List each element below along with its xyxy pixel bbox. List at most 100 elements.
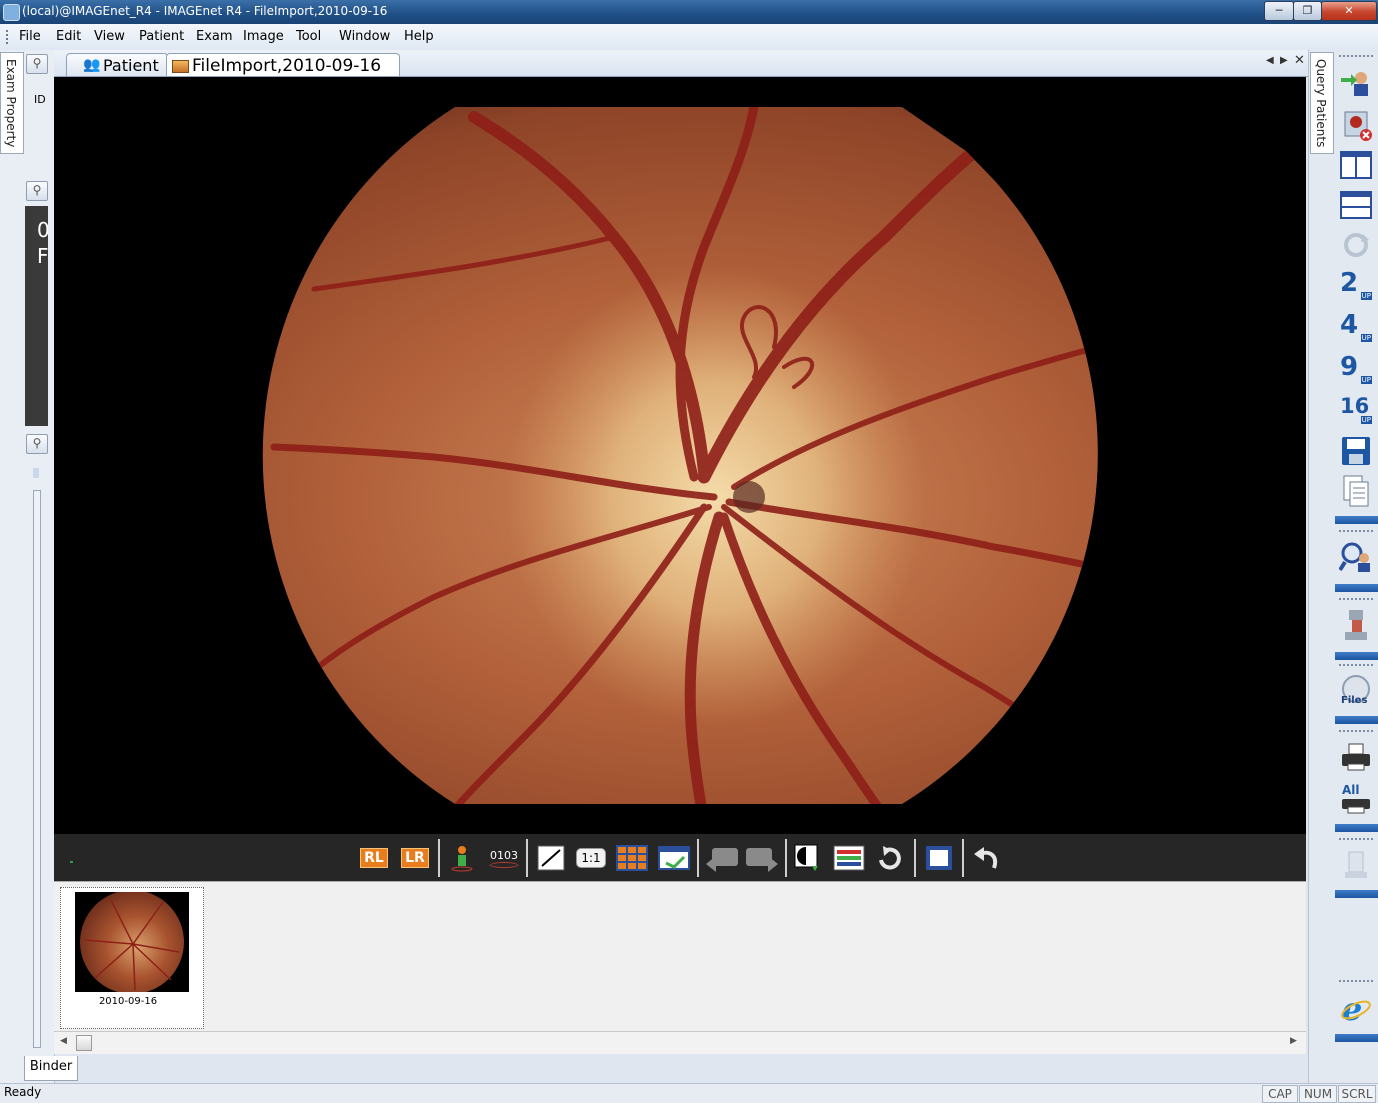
- copy-icon: [1343, 475, 1369, 507]
- grid-layout-button[interactable]: [615, 843, 649, 873]
- undo-button[interactable]: [970, 843, 1002, 873]
- exam-property-tab[interactable]: Exam Property: [0, 52, 24, 154]
- title-bar[interactable]: (local)@IMAGEnet_R4 - IMAGEnet R4 - File…: [0, 0, 1378, 24]
- group-bar-5[interactable]: [1335, 824, 1378, 832]
- left-vertical-scrollbar[interactable]: [33, 490, 41, 1048]
- tab-fileimport[interactable]: FileImport,2010-09-16: [166, 53, 400, 76]
- print-all-button[interactable]: All: [1334, 780, 1378, 818]
- dock-grip[interactable]: [1339, 838, 1373, 843]
- figure-button[interactable]: [448, 843, 476, 873]
- dock-grip[interactable]: [1339, 980, 1373, 985]
- group-bar-2[interactable]: [1335, 584, 1378, 592]
- monitor-sync-icon: [658, 846, 690, 870]
- tab-patient-label: Patient: [103, 56, 159, 75]
- two-up-label: UP: [1360, 292, 1372, 300]
- rl-flip-button[interactable]: RL: [357, 843, 391, 873]
- grid-layout-icon: [616, 845, 648, 871]
- minimize-button[interactable]: ─: [1264, 1, 1294, 21]
- two-up-button[interactable]: 2 UP: [1334, 266, 1378, 304]
- close-button[interactable]: ✕: [1321, 1, 1377, 21]
- app-icon: [3, 4, 20, 21]
- search-patient-button[interactable]: [1334, 538, 1378, 576]
- files-label: Files: [1341, 695, 1368, 706]
- pin-button-1[interactable]: ⚲: [26, 54, 48, 74]
- scroll-left-icon[interactable]: ◀: [60, 1036, 67, 1046]
- fit-window-button[interactable]: [923, 843, 955, 873]
- scroll-right-icon[interactable]: ▶: [1290, 1036, 1297, 1046]
- maximize-button[interactable]: ❐: [1293, 1, 1322, 21]
- thumbnail-label: 2010-09-16: [98, 996, 158, 1007]
- binder-horizontal-scrollbar[interactable]: ◀ ▶: [54, 1031, 1306, 1054]
- dock-grip[interactable]: [1339, 598, 1373, 603]
- internet-explorer-button[interactable]: e: [1334, 990, 1378, 1028]
- files-button[interactable]: Files: [1334, 672, 1378, 710]
- group-bar-3[interactable]: [1335, 652, 1378, 660]
- binder-tab[interactable]: Binder: [24, 1056, 78, 1081]
- nine-up-button[interactable]: 9 UP: [1334, 350, 1378, 388]
- monitor-sync-button[interactable]: [657, 843, 691, 873]
- measure-line-icon: [537, 845, 565, 871]
- export-button[interactable]: [1334, 846, 1378, 884]
- menu-tool[interactable]: Tool: [296, 29, 321, 44]
- lr-flip-button[interactable]: LR: [398, 843, 432, 873]
- cap-indicator: CAP: [1262, 1085, 1298, 1103]
- layout-vertical-button[interactable]: [1334, 146, 1378, 184]
- menu-file[interactable]: File: [19, 29, 41, 44]
- refresh-button[interactable]: [1334, 226, 1378, 264]
- dock-grip[interactable]: [1339, 530, 1373, 535]
- measure-line-button[interactable]: [536, 843, 566, 873]
- menu-image[interactable]: Image: [243, 29, 284, 44]
- exam-property-label: Exam Property: [4, 59, 18, 148]
- pin-icon: ⚲: [32, 436, 42, 450]
- scroll-thumb[interactable]: [76, 1035, 92, 1051]
- copy-button[interactable]: [1334, 472, 1378, 510]
- layout-horizontal-button[interactable]: [1334, 186, 1378, 224]
- pin-button-3[interactable]: ⚲: [26, 434, 48, 454]
- dock-grip[interactable]: [1339, 730, 1373, 735]
- color-channel-icon: [833, 845, 865, 871]
- tab-prev-icon[interactable]: ◀: [1266, 55, 1274, 66]
- layout-vertical-icon: [1340, 151, 1372, 179]
- toolbar-separator: [438, 839, 440, 877]
- image-viewer[interactable]: [54, 77, 1306, 834]
- dock-grip[interactable]: [1339, 55, 1373, 60]
- tab-patient[interactable]: 👥 Patient: [66, 53, 168, 76]
- delete-patient-button[interactable]: [1334, 106, 1378, 144]
- menu-patient[interactable]: Patient: [139, 29, 184, 44]
- group-bar-1[interactable]: [1335, 516, 1378, 524]
- counter-button[interactable]: 0103: [486, 843, 522, 873]
- binder-panel: 2010-09-16: [54, 881, 1306, 1032]
- next-image-button[interactable]: [744, 843, 780, 873]
- previous-image-icon: [706, 848, 738, 872]
- menu-help[interactable]: Help: [404, 29, 434, 44]
- rotate-button[interactable]: [874, 843, 906, 873]
- sixteen-up-number: 16: [1340, 394, 1370, 418]
- capture-device-button[interactable]: [1334, 606, 1378, 644]
- menu-edit[interactable]: Edit: [56, 29, 81, 44]
- save-button[interactable]: [1334, 432, 1378, 470]
- patient-transfer-button[interactable]: [1334, 64, 1378, 102]
- pin-button-2[interactable]: ⚲: [26, 181, 48, 201]
- sixteen-up-button[interactable]: 16 UP: [1334, 390, 1378, 428]
- status-dot: [70, 861, 73, 863]
- four-up-button[interactable]: 4 UP: [1334, 308, 1378, 346]
- group-bar-4[interactable]: [1335, 716, 1378, 724]
- dock-grip[interactable]: [1339, 664, 1373, 669]
- query-patients-tab[interactable]: Query Patients: [1310, 52, 1334, 154]
- group-bar-7[interactable]: [1335, 1034, 1378, 1042]
- contrast-button[interactable]: [792, 843, 822, 873]
- thumbnail-card[interactable]: 2010-09-16: [60, 887, 204, 1029]
- previous-image-button[interactable]: [704, 843, 740, 873]
- menu-window[interactable]: Window: [339, 29, 390, 44]
- group-bar-6[interactable]: [1335, 890, 1378, 898]
- menu-grip[interactable]: [6, 30, 10, 44]
- toolbar-separator: [962, 839, 964, 877]
- tab-next-icon[interactable]: ▶: [1280, 55, 1288, 66]
- color-channel-button[interactable]: [832, 843, 866, 873]
- tab-close-icon[interactable]: ✕: [1294, 53, 1305, 68]
- menu-exam[interactable]: Exam: [196, 29, 233, 44]
- actual-size-button[interactable]: 1:1: [574, 843, 608, 873]
- print-button[interactable]: [1334, 738, 1378, 776]
- patient-transfer-icon: [1341, 72, 1368, 96]
- menu-view[interactable]: View: [94, 29, 125, 44]
